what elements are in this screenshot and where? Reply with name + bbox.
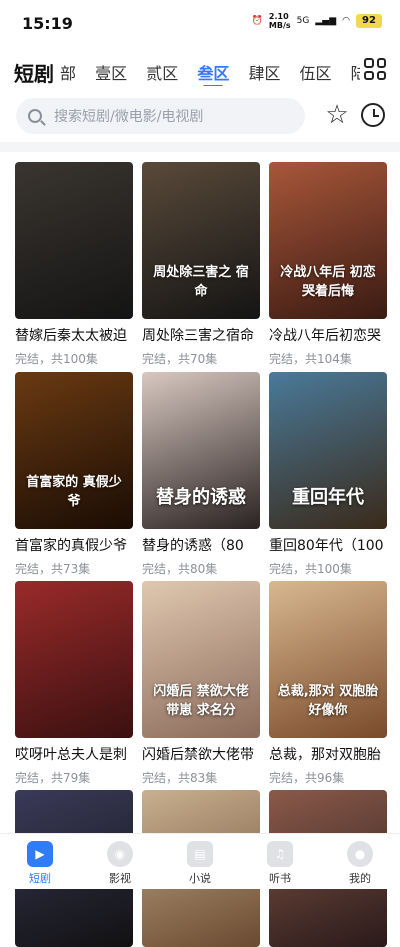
nav-item-movies[interactable]: ◉ 影视	[80, 834, 160, 889]
poster-title-art: 总裁,那对 双胞胎好像你	[277, 684, 379, 718]
alarm-icon: ⏰	[251, 16, 263, 26]
drama-episode-count: 完结，共79集	[15, 771, 91, 785]
play-icon: ▶	[27, 841, 53, 867]
clock-icon[interactable]	[358, 100, 388, 130]
drama-title: 总裁，那对双胞胎	[269, 747, 381, 763]
drama-card[interactable]: 重回年代重回80年代（100 完结，共100集	[269, 372, 387, 577]
drama-card[interactable]: 闪婚后 禁欲大佬带崽 求名分闪婚后禁欲大佬带 完结，共83集	[142, 581, 260, 786]
category-header: 短剧 部 壹区 贰区 叁区 肆区 伍区 陆区	[0, 50, 400, 90]
status-icons: ⏰ 2.10 MB/s 5G ▂▄▆ ◠ 92	[252, 12, 382, 30]
drama-title: 首富家的真假少爷	[15, 538, 127, 554]
nav-label: 听书	[269, 872, 291, 885]
headphone-book-icon: ♫	[267, 841, 293, 867]
drama-episode-count: 完结，共104集	[269, 352, 352, 366]
nav-item-novels[interactable]: ▤ 小说	[160, 834, 240, 889]
drama-title: 替嫁后秦太太被迫	[15, 328, 127, 344]
tab-zone-2[interactable]: 贰区	[146, 56, 178, 84]
drama-poster[interactable]: 总裁,那对 双胞胎好像你	[269, 581, 387, 738]
nav-item-profile[interactable]: ● 我的	[320, 834, 400, 889]
film-reel-icon: ◉	[107, 841, 133, 867]
nav-label: 小说	[189, 872, 211, 885]
drama-card[interactable]: 哎呀叶总夫人是刺 完结，共79集	[15, 581, 133, 786]
drama-episode-count: 完结，共100集	[269, 562, 352, 576]
poster-title-art: 冷战八年后 初恋哭着后悔	[280, 265, 376, 299]
drama-episode-count: 完结，共73集	[15, 562, 91, 576]
drama-episode-count: 完结，共83集	[142, 771, 218, 785]
drama-card[interactable]: 替身的诱惑替身的诱惑（80 完结，共80集	[142, 372, 260, 577]
signal-icon: ▂▄▆	[315, 16, 337, 26]
brand-title: 短剧	[14, 62, 54, 86]
drama-poster[interactable]: 替身的诱惑	[142, 372, 260, 529]
category-tabs: 部 壹区 贰区 叁区 肆区 伍区 陆区	[60, 56, 360, 86]
battery-indicator: 92	[356, 14, 382, 28]
signal-label: 5G	[296, 16, 310, 26]
drama-poster[interactable]: 重回年代	[269, 372, 387, 529]
poster-title-art: 首富家的 真假少爷	[26, 475, 122, 509]
tab-zone-5[interactable]: 伍区	[300, 56, 332, 84]
status-bar: 15:19 ⏰ 2.10 MB/s 5G ▂▄▆ ◠ 92	[0, 0, 400, 48]
poster-title-art: 重回年代	[292, 487, 364, 508]
status-time: 15:19	[22, 14, 73, 33]
wifi-icon: ◠	[342, 16, 350, 26]
search-input[interactable]: 搜索短剧/微电影/电视剧	[16, 98, 305, 134]
drama-card[interactable]: 冷战八年后 初恋哭着后悔冷战八年后初恋哭 完结，共104集	[269, 162, 387, 367]
tab-all[interactable]: 部	[60, 56, 76, 84]
drama-title: 冷战八年后初恋哭	[269, 328, 381, 344]
tab-zone-4[interactable]: 肆区	[248, 56, 280, 84]
nav-item-short-drama[interactable]: ▶ 短剧	[0, 834, 80, 889]
nav-label: 我的	[349, 872, 371, 885]
nav-item-audiobooks[interactable]: ♫ 听书	[240, 834, 320, 889]
poster-title-art: 闪婚后 禁欲大佬带崽 求名分	[153, 684, 249, 718]
drama-title: 周处除三害之宿命	[142, 328, 254, 344]
drama-card[interactable]: 首富家的 真假少爷首富家的真假少爷 完结，共73集	[15, 372, 133, 577]
drama-poster[interactable]: 冷战八年后 初恋哭着后悔	[269, 162, 387, 319]
nav-label: 短剧	[29, 872, 51, 885]
nav-label: 影视	[109, 872, 131, 885]
drama-card[interactable]: 总裁,那对 双胞胎好像你总裁，那对双胞胎 完结，共96集	[269, 581, 387, 786]
drama-episode-count: 完结，共100集	[15, 352, 98, 366]
drama-title: 重回80年代（100	[269, 538, 384, 554]
drama-poster[interactable]: 闪婚后 禁欲大佬带崽 求名分	[142, 581, 260, 738]
drama-poster[interactable]: 首富家的 真假少爷	[15, 372, 133, 529]
drama-episode-count: 完结，共96集	[269, 771, 345, 785]
drama-poster[interactable]	[15, 162, 133, 319]
bottom-nav: ▶ 短剧 ◉ 影视 ▤ 小说 ♫ 听书 ● 我的	[0, 833, 400, 889]
search-icon	[28, 109, 42, 123]
tab-zone-6[interactable]: 陆区	[351, 56, 360, 84]
section-divider	[0, 142, 400, 152]
user-icon: ●	[347, 841, 373, 867]
grid-icon[interactable]	[364, 58, 386, 80]
tab-zone-1[interactable]: 壹区	[95, 56, 127, 84]
drama-poster[interactable]: 周处除三害之 宿命	[142, 162, 260, 319]
drama-episode-count: 完结，共70集	[142, 352, 218, 366]
star-icon[interactable]: ☆	[322, 100, 352, 130]
book-icon: ▤	[187, 841, 213, 867]
poster-title-art: 替身的诱惑	[156, 487, 246, 508]
tab-zone-3[interactable]: 叁区	[197, 56, 229, 86]
drama-poster[interactable]	[15, 581, 133, 738]
search-placeholder: 搜索短剧/微电影/电视剧	[54, 109, 204, 125]
poster-title-art: 周处除三害之 宿命	[153, 265, 249, 299]
drama-episode-count: 完结，共80集	[142, 562, 218, 576]
drama-title: 哎呀叶总夫人是刺	[15, 747, 127, 763]
drama-card[interactable]: 替嫁后秦太太被迫 完结，共100集	[15, 162, 133, 367]
drama-card[interactable]: 周处除三害之 宿命周处除三害之宿命 完结，共70集	[142, 162, 260, 367]
drama-title: 闪婚后禁欲大佬带	[142, 747, 254, 763]
net-speed: 2.10 MB/s	[268, 12, 291, 30]
drama-title: 替身的诱惑（80	[142, 538, 244, 554]
